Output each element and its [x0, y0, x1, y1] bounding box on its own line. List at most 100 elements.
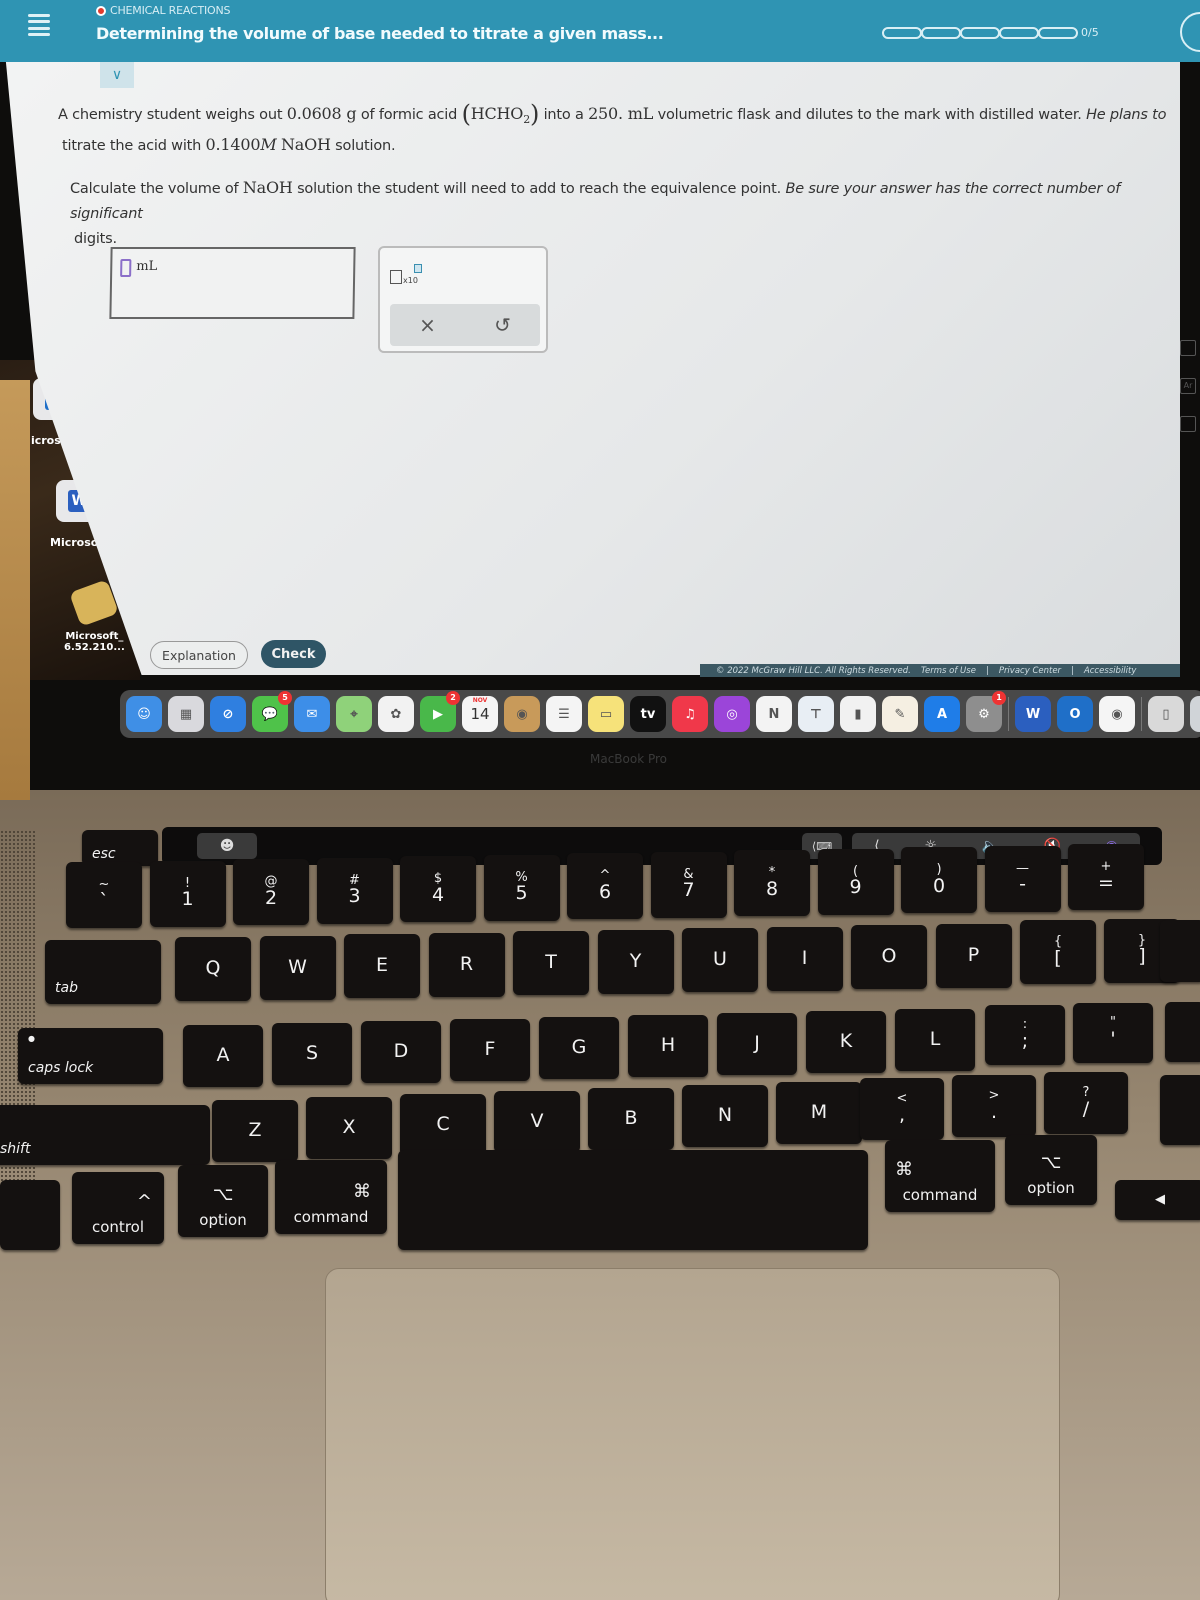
key-return[interactable] [1165, 1002, 1200, 1062]
calculator-icon[interactable] [1180, 416, 1196, 432]
reference-icon[interactable]: Ar [1180, 378, 1196, 394]
key--[interactable]: — - [984, 845, 1061, 912]
dock-document-icon[interactable]: ▯ [1148, 696, 1184, 732]
key-v[interactable]: V [494, 1091, 580, 1153]
key-4[interactable]: $4 [400, 856, 476, 922]
scientific-notation-button[interactable]: x10 [390, 262, 434, 286]
dock-contacts-icon[interactable]: ◉ [504, 696, 540, 732]
key-`[interactable]: ~ ` [66, 862, 142, 928]
key-k[interactable]: K [806, 1011, 886, 1073]
dock-notes-icon[interactable]: ▭ [588, 696, 624, 732]
key-backslash[interactable] [1160, 920, 1200, 982]
dock-music-icon[interactable]: ♫ [672, 696, 708, 732]
key-s[interactable]: S [272, 1023, 352, 1085]
dock-finder-icon[interactable]: ☺ [126, 696, 162, 732]
key-z[interactable]: Z [212, 1100, 298, 1162]
key-3[interactable]: #3 [316, 857, 393, 924]
accessibility-link[interactable]: Accessibility [1084, 666, 1136, 676]
key-shift[interactable]: shift [0, 1105, 210, 1165]
dock-pages-icon[interactable]: ✎ [882, 696, 918, 732]
key-6[interactable]: ^ 6 [567, 853, 643, 919]
check-button[interactable]: Check [261, 640, 326, 668]
key-b[interactable]: B [588, 1088, 674, 1150]
dock-calendar-icon[interactable]: NOV 14 [462, 696, 498, 732]
collapse-toggle[interactable]: ∨ [100, 62, 134, 88]
key-w[interactable]: W [259, 935, 336, 1000]
key-g[interactable]: G [539, 1017, 619, 1079]
dock-mail-icon[interactable]: ✉ [294, 696, 330, 732]
key-punct-1[interactable]: " ' [1073, 1003, 1153, 1063]
key-0[interactable]: ) 0 [901, 847, 977, 913]
key-l[interactable]: L [895, 1009, 975, 1071]
key-option-left[interactable]: ⌥ option [178, 1165, 268, 1237]
answer-cursor[interactable] [120, 259, 132, 277]
dock-screenshot-icon[interactable]: ▭ [1190, 696, 1200, 732]
key-punct-b0[interactable]: <, [860, 1078, 944, 1140]
key-command-right[interactable]: ⌘ command [885, 1140, 995, 1212]
key-control[interactable]: ^ control [72, 1172, 164, 1244]
key-8[interactable]: * 8 [734, 850, 810, 916]
key-q[interactable]: Q [175, 937, 251, 1001]
explanation-button[interactable]: Explanation [150, 641, 248, 669]
profile-circle-icon[interactable] [1180, 12, 1200, 52]
dock-microsoft-word-icon[interactable]: W [1015, 696, 1051, 732]
emoji-button[interactable]: ☻ [197, 833, 257, 859]
dock-podcasts-icon[interactable]: ◎ [714, 696, 750, 732]
key-fn[interactable] [0, 1180, 60, 1250]
dock-news-icon[interactable]: N [756, 696, 792, 732]
key-f[interactable]: F [450, 1019, 530, 1081]
key-a[interactable]: A [183, 1025, 263, 1087]
key-y[interactable]: Y [597, 929, 674, 994]
key-1[interactable]: ! 1 [149, 860, 226, 927]
key-shift-right[interactable] [1160, 1075, 1200, 1145]
key-d[interactable]: D [361, 1021, 441, 1083]
key-h[interactable]: H [628, 1015, 708, 1077]
key-arrow-left[interactable]: ◀ [1115, 1180, 1200, 1220]
key-x[interactable]: X [306, 1097, 392, 1159]
answer-input[interactable]: mL [109, 247, 356, 319]
key-option-right[interactable]: ⌥ option [1005, 1135, 1097, 1205]
periodic-table-icon[interactable] [1180, 340, 1196, 356]
dock-safari-icon[interactable]: ⊘ [210, 696, 246, 732]
dock-messages-icon[interactable]: 💬 5 [252, 691, 292, 732]
key-punct-0[interactable]: :; [985, 1005, 1065, 1065]
key-5[interactable]: % 5 [483, 854, 560, 921]
dock-maps-icon[interactable]: ⌖ [336, 696, 372, 732]
dock-app-store-icon[interactable]: A [924, 696, 960, 732]
key-m[interactable]: M [776, 1082, 862, 1144]
key-punct-b1[interactable]: >. [952, 1075, 1036, 1137]
key-r[interactable]: R [428, 932, 505, 997]
dock-launchpad-icon[interactable]: ▦ [168, 696, 204, 732]
key-n[interactable]: N [682, 1085, 768, 1147]
key-o[interactable]: O [851, 925, 927, 989]
key-esc[interactable]: esc [82, 830, 158, 866]
key-9[interactable]: (9 [817, 848, 894, 915]
key-u[interactable]: U [682, 928, 758, 992]
dock-chrome-icon[interactable]: ◉ [1099, 696, 1135, 732]
key-t[interactable]: T [513, 931, 589, 995]
key-i[interactable]: I [766, 926, 843, 991]
dock-reminders-icon[interactable]: ☰ [546, 696, 582, 732]
key-c[interactable]: C [400, 1094, 486, 1156]
key-bracket-0[interactable]: {[ [1020, 920, 1096, 984]
dock-microsoft-outlook-icon[interactable]: O [1057, 696, 1093, 732]
key-j[interactable]: J [717, 1013, 797, 1075]
dock-apple-tv-icon[interactable]: tv [630, 696, 666, 732]
terms-link[interactable]: Terms of Use [921, 666, 976, 676]
dock-numbers-icon[interactable]: ▮ [840, 696, 876, 732]
clear-button[interactable]: × [419, 313, 436, 337]
key-7[interactable]: & 7 [650, 851, 727, 918]
key-command-left[interactable]: ⌘ command [275, 1160, 387, 1234]
privacy-link[interactable]: Privacy Center [999, 666, 1061, 676]
dock-photos-icon[interactable]: ✿ [378, 696, 414, 732]
key-tab[interactable]: tab [45, 940, 161, 1004]
key-p[interactable]: P [935, 923, 1012, 988]
dock-keynote-icon[interactable]: ⊤ [798, 696, 834, 732]
key-2[interactable]: @2 [233, 859, 309, 925]
key-e[interactable]: E [344, 934, 420, 998]
key-caps-lock[interactable]: ● caps lock [18, 1028, 163, 1084]
menu-icon[interactable] [28, 14, 50, 36]
undo-button[interactable]: ↺ [494, 313, 511, 337]
key-punct-b2[interactable]: ? / [1044, 1072, 1128, 1134]
trackpad[interactable] [325, 1268, 1060, 1600]
